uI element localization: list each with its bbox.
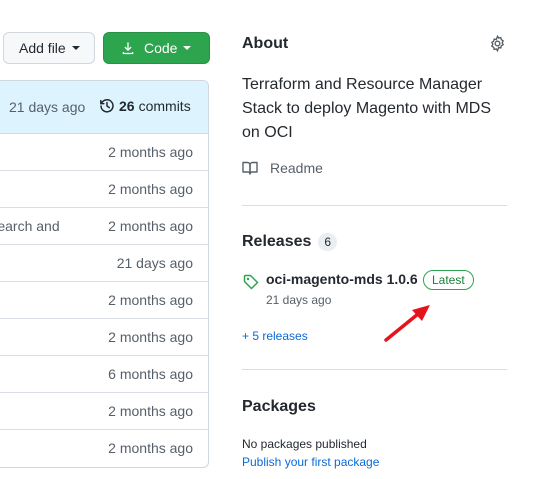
code-label: Code xyxy=(144,40,178,56)
latest-release-date: 21 days ago xyxy=(266,293,332,307)
releases-count-badge: 6 xyxy=(318,233,338,251)
file-commit-age: 2 months ago xyxy=(108,218,193,234)
latest-commit-bar: 21 days ago 26 commits xyxy=(0,81,208,134)
sidebar-divider xyxy=(242,205,507,206)
tag-icon xyxy=(243,274,259,290)
book-icon xyxy=(242,161,258,175)
file-commit-age: 2 months ago xyxy=(108,329,193,345)
packages-heading[interactable]: Packages xyxy=(242,398,316,416)
history-icon xyxy=(100,99,114,113)
chevron-down-icon xyxy=(183,46,192,50)
readme-label: Readme xyxy=(270,160,323,176)
file-commit-age: 2 months ago xyxy=(108,403,193,419)
annotation-arrow-icon xyxy=(384,305,430,342)
download-icon xyxy=(122,42,134,55)
more-releases-link[interactable]: + 5 releases xyxy=(242,329,308,343)
publish-package-link[interactable]: Publish your first package xyxy=(242,455,379,469)
readme-link[interactable]: Readme xyxy=(242,160,323,176)
file-row[interactable]: 2 months ago xyxy=(0,171,208,208)
about-heading: About xyxy=(242,35,289,52)
file-commit-age: 6 months ago xyxy=(108,366,193,382)
file-commit-age: 2 months ago xyxy=(108,144,193,160)
commit-count: 26 xyxy=(119,98,135,114)
latest-commit-age: 21 days ago xyxy=(9,99,86,115)
file-commit-message[interactable]: Search and xyxy=(0,218,60,234)
chevron-down-icon xyxy=(71,46,80,50)
file-row[interactable]: 2 months ago xyxy=(0,393,208,430)
latest-badge: Latest xyxy=(423,270,474,290)
file-commit-age: 2 months ago xyxy=(108,440,193,456)
no-packages-text: No packages published xyxy=(242,437,367,451)
commits-link[interactable]: 26 commits xyxy=(99,98,191,114)
repo-description: Terraform and Resource Manager Stack to … xyxy=(242,76,492,141)
sidebar-divider xyxy=(242,369,507,370)
code-button[interactable]: Code xyxy=(103,32,210,64)
add-file-label: Add file xyxy=(19,40,66,56)
gear-icon[interactable] xyxy=(489,35,506,52)
file-row[interactable]: 2 months ago xyxy=(0,134,208,171)
releases-heading[interactable]: Releases 6 xyxy=(242,233,338,251)
file-commit-age: 21 days ago xyxy=(116,255,193,271)
file-row[interactable]: 2 months ago xyxy=(0,319,208,356)
file-row[interactable]: Search and 2 months ago xyxy=(0,208,208,245)
file-row[interactable]: 21 days ago xyxy=(0,245,208,282)
file-table: 21 days ago 26 commits 2 months ago 2 mon… xyxy=(0,80,209,468)
file-row[interactable]: 2 months ago xyxy=(0,282,208,319)
commits-label: commits xyxy=(138,98,191,114)
file-commit-age: 2 months ago xyxy=(108,292,193,308)
file-row[interactable]: 2 months ago xyxy=(0,430,208,467)
file-commit-age: 2 months ago xyxy=(108,181,193,197)
latest-release-link[interactable]: oci-magento-mds 1.0.6 xyxy=(266,271,418,287)
file-row[interactable]: 6 months ago xyxy=(0,356,208,393)
add-file-button[interactable]: Add file xyxy=(3,32,95,64)
releases-title: Releases xyxy=(242,233,312,250)
